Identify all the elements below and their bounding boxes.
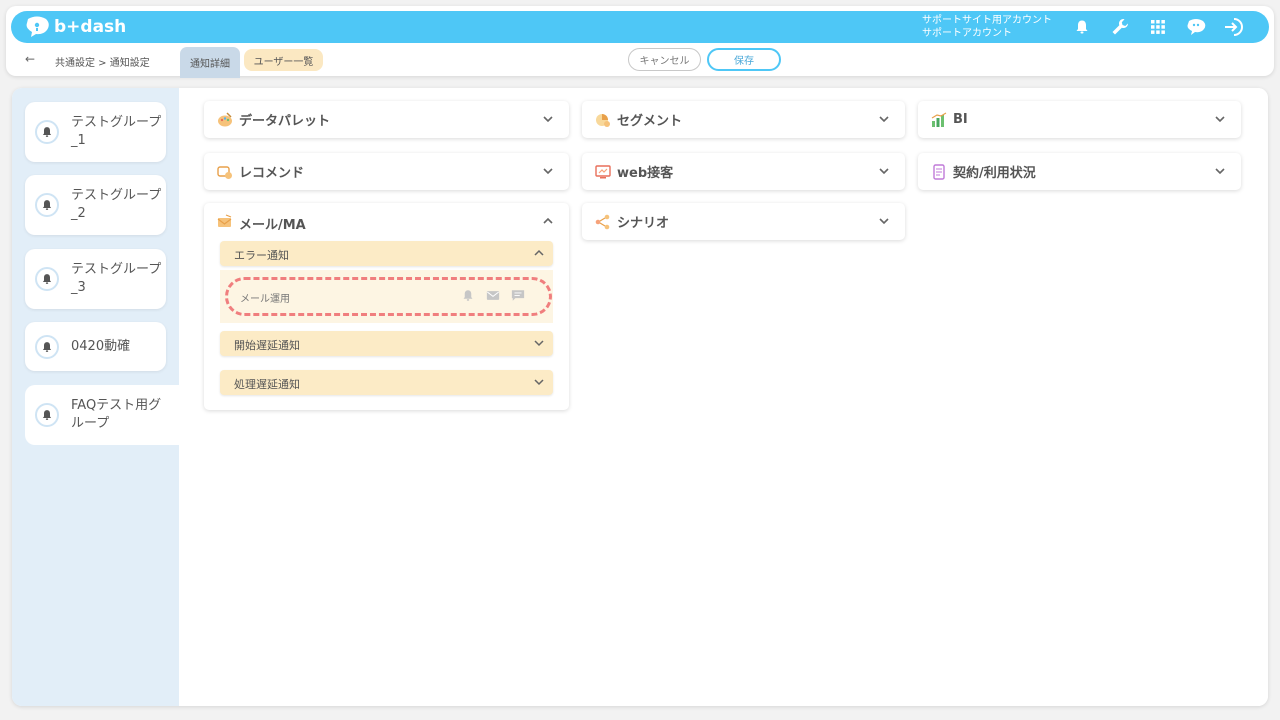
sidebar: テストグループ_1 テストグループ_2 テストグループ_3 0420動確 FAQ… <box>12 88 179 706</box>
main-panel: テストグループ_1 テストグループ_2 テストグループ_3 0420動確 FAQ… <box>12 88 1268 706</box>
chevron-down-icon[interactable] <box>541 164 555 178</box>
top-bar: b+dash サポートサイト用アカウント サポートアカウント <box>11 11 1269 43</box>
category-recommend[interactable]: レコメンド <box>204 153 569 190</box>
category-scenario[interactable]: シナリオ <box>582 203 905 240</box>
chevron-down-icon[interactable] <box>541 112 555 126</box>
sub-section-start-delay-notice[interactable]: 開始遅延通知 <box>220 331 553 356</box>
scenario-icon <box>595 214 610 230</box>
category-label: web接客 <box>617 166 674 181</box>
category-mail-ma: メール/MA エラー通知 メール運用 開始遅延通知 処理遅延通知 <box>204 203 569 410</box>
sidebar-item-label: 0420動確 <box>71 338 131 354</box>
sidebar-item-label: テストグループ_1 <box>71 115 162 148</box>
chevron-down-icon[interactable] <box>877 214 891 228</box>
sidebar-item-group-1[interactable]: テストグループ_1 <box>25 102 166 162</box>
contract-icon <box>933 164 945 180</box>
logo-text: b+dash <box>54 17 127 37</box>
category-segment[interactable]: セグメント <box>582 101 905 138</box>
category-label: シナリオ <box>617 216 670 231</box>
category-bi[interactable]: BI <box>918 101 1241 138</box>
sub-section-label: 処理遅延通知 <box>234 378 300 391</box>
chevron-up-icon[interactable] <box>541 214 555 228</box>
bi-chart-icon <box>931 112 947 127</box>
chevron-down-icon[interactable] <box>1213 164 1227 178</box>
category-label: データパレット <box>239 114 331 129</box>
account-name: サポートサイト用アカウント サポートアカウント <box>922 14 1052 40</box>
category-label: メール/MA <box>239 218 306 233</box>
category-mail-ma-header[interactable]: メール/MA <box>204 203 569 241</box>
notification-row-label: メール運用 <box>240 294 290 305</box>
sub-section-label: エラー通知 <box>234 249 289 262</box>
chevron-down-icon[interactable] <box>877 112 891 126</box>
wrench-icon[interactable] <box>1110 17 1130 37</box>
sub-section-label: 開始遅延通知 <box>234 339 300 352</box>
bell-icon[interactable] <box>461 289 475 302</box>
account-line2: サポートアカウント <box>922 28 1012 39</box>
sub-section-process-delay-notice[interactable]: 処理遅延通知 <box>220 370 553 395</box>
segment-icon <box>596 114 610 127</box>
recommend-icon <box>217 166 232 179</box>
category-contract[interactable]: 契約/利用状況 <box>918 153 1241 190</box>
sidebar-item-group-3[interactable]: テストグループ_3 <box>25 249 166 309</box>
top-frame: b+dash サポートサイト用アカウント サポートアカウント ← 共通設定 > … <box>6 6 1274 78</box>
bell-icon <box>35 267 59 291</box>
sidebar-item-label: FAQテスト用グループ <box>71 398 162 431</box>
category-label: レコメンド <box>239 166 305 181</box>
logo[interactable]: b+dash <box>24 15 126 39</box>
sidebar-item-0420[interactable]: 0420動確 <box>25 322 166 371</box>
bell-icon[interactable] <box>1072 17 1092 37</box>
sidebar-item-faq-group[interactable]: FAQテスト用グループ <box>25 385 179 445</box>
web-icon <box>595 165 611 179</box>
sidebar-item-label: テストグループ_3 <box>71 262 162 295</box>
content-area: データパレット セグメント BI レコメンド web接客 契約/利用状況 シナリ… <box>179 88 1268 706</box>
sidebar-item-label: テストグループ_2 <box>71 188 162 221</box>
palette-icon <box>218 112 232 127</box>
tab-user-list[interactable]: ユーザー一覧 <box>244 49 323 71</box>
tab-notification-detail[interactable]: 通知詳細 <box>180 47 240 78</box>
back-button[interactable]: ← <box>25 52 35 66</box>
chevron-down-icon[interactable] <box>877 164 891 178</box>
category-data-palette[interactable]: データパレット <box>204 101 569 138</box>
account-line1: サポートサイト用アカウント <box>922 15 1052 26</box>
cancel-button[interactable]: キャンセル <box>628 48 701 71</box>
logout-icon[interactable] <box>1224 17 1244 37</box>
bell-icon <box>35 403 59 427</box>
bell-icon <box>35 120 59 144</box>
email-icon[interactable] <box>486 289 500 302</box>
save-button[interactable]: 保存 <box>707 48 781 71</box>
chat-icon[interactable] <box>511 289 525 302</box>
sidebar-item-group-2[interactable]: テストグループ_2 <box>25 175 166 235</box>
chevron-down-icon[interactable] <box>533 376 545 388</box>
category-label: BI <box>953 112 968 127</box>
sub-bar: ← 共通設定 > 通知設定 通知詳細 ユーザー一覧 キャンセル 保存 <box>6 45 1274 78</box>
chevron-down-icon[interactable] <box>1213 112 1227 126</box>
chevron-up-icon[interactable] <box>533 247 545 259</box>
category-label: セグメント <box>617 114 683 129</box>
bell-icon <box>35 334 59 359</box>
sub-section-error-notice[interactable]: エラー通知 <box>220 241 553 266</box>
logo-icon <box>26 16 49 37</box>
bell-icon <box>35 193 59 217</box>
grid-icon[interactable] <box>1148 17 1168 37</box>
category-web[interactable]: web接客 <box>582 153 905 190</box>
mail-icon <box>217 214 232 227</box>
category-label: 契約/利用状況 <box>953 166 1036 181</box>
breadcrumb: 共通設定 > 通知設定 <box>55 58 150 69</box>
chevron-down-icon[interactable] <box>533 337 545 349</box>
assistant-icon[interactable] <box>1186 17 1206 37</box>
